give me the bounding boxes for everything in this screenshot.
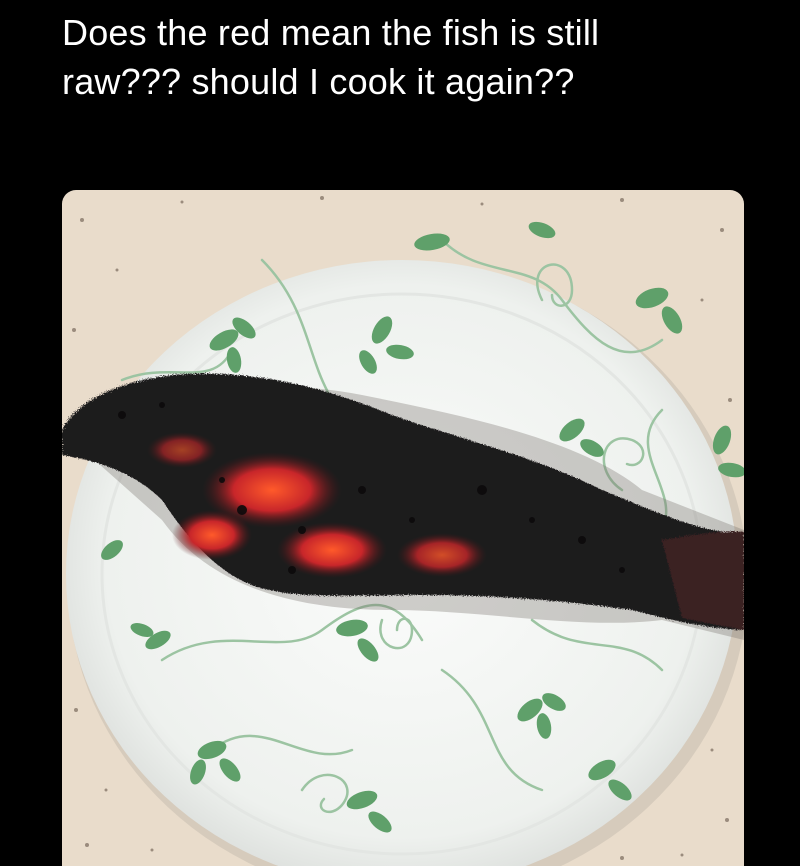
post-caption: Does the red mean the fish is still raw?… bbox=[62, 8, 762, 106]
fish-plate-illustration bbox=[62, 190, 744, 866]
caption-line-1: Does the red mean the fish is still bbox=[62, 12, 600, 53]
caption-line-2: raw??? should I cook it again?? bbox=[62, 61, 575, 102]
post-photo[interactable] bbox=[62, 190, 744, 866]
